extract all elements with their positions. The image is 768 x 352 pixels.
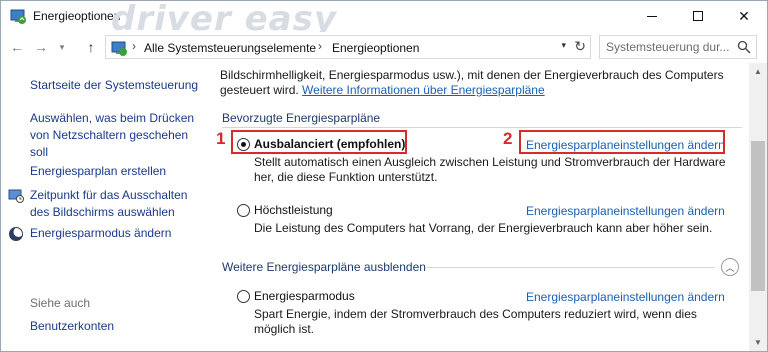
breadcrumb-separator-icon: › bbox=[318, 39, 322, 53]
sidebar-link-user-accounts[interactable]: Benutzerkonten bbox=[30, 318, 208, 335]
address-dropdown-icon[interactable]: ▾ bbox=[561, 40, 566, 51]
energy-options-window: Energieoptionen driver easy ✕ ← → ▾ ↑ › … bbox=[0, 0, 768, 352]
chevron-up-icon: ︿ bbox=[725, 262, 735, 273]
forward-button[interactable]: → bbox=[31, 37, 51, 57]
minimize-button[interactable] bbox=[629, 1, 675, 31]
vertical-scrollbar[interactable]: ▲ ▼ bbox=[749, 63, 767, 351]
hidden-plans-heading: Weitere Energiesparpläne ausblenden bbox=[222, 260, 426, 274]
up-arrow-icon: ↑ bbox=[87, 39, 95, 55]
scroll-down-arrow-icon[interactable]: ▼ bbox=[749, 334, 767, 351]
more-info-link[interactable]: Weitere Informationen über Energiesparpl… bbox=[302, 83, 545, 97]
display-timer-icon bbox=[8, 189, 24, 203]
plan-power-saver-description-line1: Spart Energie, indem der Stromverbrauch … bbox=[254, 307, 697, 321]
breadcrumb-energy-options[interactable]: Energieoptionen bbox=[332, 41, 419, 55]
forward-arrow-icon: → bbox=[34, 39, 48, 55]
section-divider bbox=[427, 267, 715, 268]
search-input[interactable] bbox=[606, 39, 732, 55]
power-options-icon bbox=[10, 9, 26, 24]
plan-high-performance-description: Die Leistung des Computers hat Vorrang, … bbox=[254, 221, 713, 235]
search-icon[interactable] bbox=[737, 40, 751, 54]
plan-power-saver-name[interactable]: Energiesparmodus bbox=[254, 289, 355, 303]
plan-high-performance-change-link[interactable]: Energiesparplaneinstellungen ändern bbox=[526, 203, 725, 220]
maximize-icon bbox=[693, 11, 703, 21]
refresh-icon[interactable]: ↻ bbox=[574, 38, 586, 55]
section-divider bbox=[222, 127, 742, 128]
breadcrumb-separator-icon: › bbox=[132, 39, 136, 53]
plan-high-performance-name[interactable]: Höchstleistung bbox=[254, 203, 333, 217]
collapse-hidden-plans-button[interactable]: ︿ bbox=[721, 258, 739, 276]
plan-power-saver-radio[interactable] bbox=[237, 290, 250, 303]
up-button[interactable]: ↑ bbox=[81, 37, 101, 57]
step-number-2: 2 bbox=[503, 129, 513, 148]
navigation-bar: ← → ▾ ↑ › Alle Systemsteuerungselemente … bbox=[1, 32, 767, 62]
plan-high-performance-radio[interactable] bbox=[237, 204, 250, 217]
preferred-plans-heading: Bevorzugte Energiesparpläne bbox=[222, 111, 381, 125]
sidebar-link-create-plan[interactable]: Energiesparplan erstellen bbox=[30, 163, 208, 180]
maximize-button[interactable] bbox=[675, 1, 721, 31]
control-panel-icon bbox=[111, 41, 127, 56]
highlight-box-change-settings bbox=[519, 130, 725, 154]
sidebar-link-display-off[interactable]: Zeitpunkt für das Ausschalten des Bildsc… bbox=[30, 187, 208, 221]
step-number-1: 1 bbox=[216, 129, 226, 148]
minimize-icon bbox=[647, 15, 657, 17]
sidebar: Startseite der Systemsteuerung Auswählen… bbox=[1, 63, 213, 351]
intro-text-line2: gesteuert wird. Weitere Informationen üb… bbox=[220, 82, 545, 99]
back-arrow-icon: ← bbox=[10, 39, 24, 55]
plan-power-saver-change-link[interactable]: Energiesparplaneinstellungen ändern bbox=[526, 289, 725, 306]
see-also-heading: Siehe auch bbox=[30, 296, 91, 310]
scroll-up-arrow-icon[interactable]: ▲ bbox=[749, 63, 767, 80]
back-button[interactable]: ← bbox=[7, 37, 27, 57]
main-content: Bildschirmhelligkeit, Energiesparmodus u… bbox=[213, 63, 749, 351]
sidebar-link-home[interactable]: Startseite der Systemsteuerung bbox=[30, 77, 208, 94]
chevron-down-icon: ▾ bbox=[59, 41, 65, 52]
title-bar: Energieoptionen driver easy ✕ bbox=[1, 0, 767, 39]
breadcrumb-all-items[interactable]: Alle Systemsteuerungselemente bbox=[144, 41, 316, 55]
scrollbar-thumb[interactable] bbox=[751, 141, 765, 291]
plan-balanced-description-line2: her, die diese Funktion unterstützt. bbox=[254, 170, 438, 184]
address-bar[interactable]: › Alle Systemsteuerungselemente › Energi… bbox=[105, 35, 591, 59]
close-button[interactable]: ✕ bbox=[721, 1, 767, 31]
search-box[interactable] bbox=[599, 35, 757, 59]
intro-text-prefix: gesteuert wird. bbox=[220, 83, 299, 97]
sidebar-link-sleep[interactable]: Energiesparmodus ändern bbox=[30, 225, 208, 242]
recent-locations-button[interactable]: ▾ bbox=[55, 37, 69, 57]
close-icon: ✕ bbox=[738, 7, 750, 24]
sidebar-link-power-buttons[interactable]: Auswählen, was beim Drücken von Netzscha… bbox=[30, 110, 206, 161]
highlight-box-balanced-plan bbox=[231, 130, 407, 154]
window-title: Energieoptionen bbox=[33, 9, 121, 23]
plan-power-saver-description-line2: möglich ist. bbox=[254, 322, 315, 336]
sleep-moon-icon bbox=[9, 227, 24, 241]
